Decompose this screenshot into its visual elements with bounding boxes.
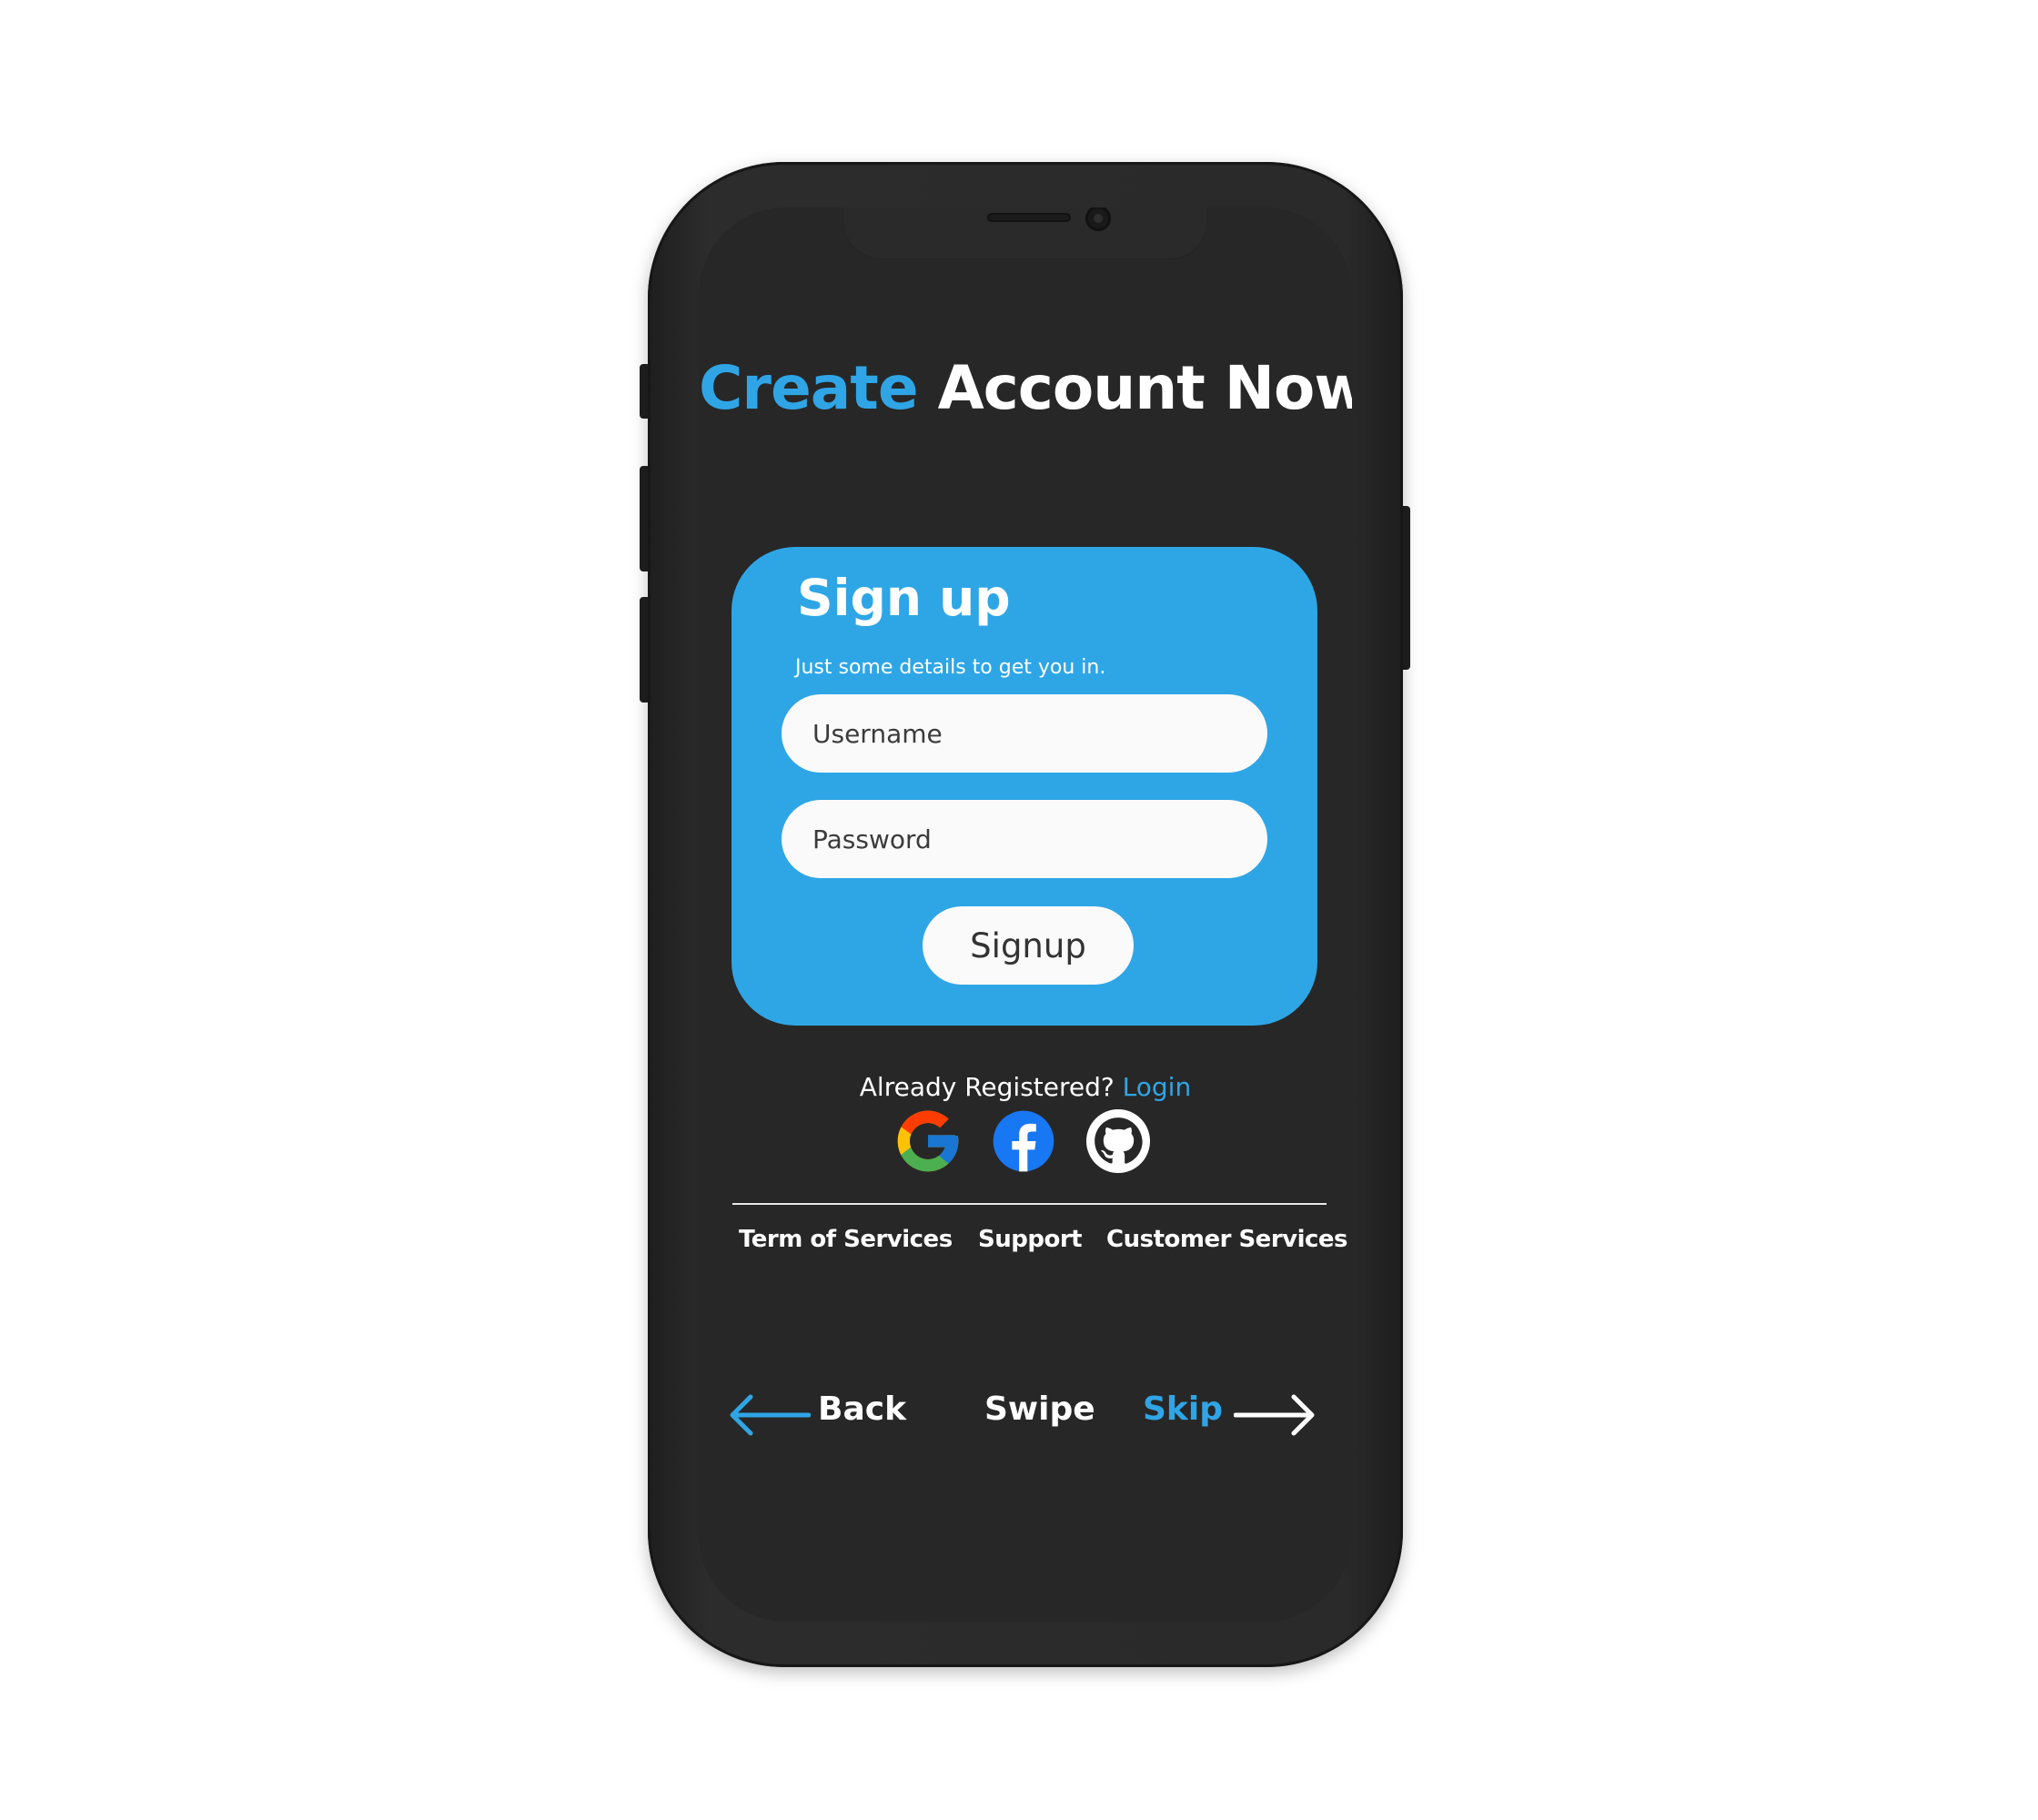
page-title-accent: Create <box>699 353 919 423</box>
page-title-rest: Account Now <box>937 353 1352 423</box>
signup-button[interactable]: Signup <box>923 906 1134 985</box>
phone-screen: Create Account Now Sign up Just some det… <box>699 207 1352 1622</box>
github-icon <box>1086 1109 1150 1173</box>
login-prompt: Already Registered? Login <box>699 1072 1352 1102</box>
speaker-grille <box>987 213 1071 222</box>
facebook-login-button[interactable] <box>987 1105 1060 1178</box>
skip-label: Skip <box>1143 1390 1223 1428</box>
login-link[interactable]: Login <box>1123 1072 1192 1102</box>
username-input[interactable] <box>782 694 1267 773</box>
page-title: Create Account Now <box>699 353 1352 423</box>
swipe-label: Swipe <box>984 1390 1095 1428</box>
signup-title: Sign up <box>797 569 1011 627</box>
arrow-right-icon[interactable] <box>1234 1394 1316 1436</box>
back-label: Back <box>818 1390 907 1428</box>
front-camera <box>1085 207 1111 231</box>
skip-button[interactable]: Skip <box>1143 1390 1223 1428</box>
support-link[interactable]: Support <box>978 1226 1083 1253</box>
arrow-left-icon[interactable] <box>729 1394 811 1436</box>
back-button[interactable]: Back <box>818 1390 906 1428</box>
footer-divider <box>732 1203 1327 1205</box>
signup-card: Sign up Just some details to get you in.… <box>731 547 1317 1026</box>
signup-subtitle: Just some details to get you in. <box>795 656 1106 679</box>
login-prompt-text: Already Registered? <box>859 1072 1115 1102</box>
google-login-button[interactable] <box>892 1105 964 1178</box>
password-input[interactable] <box>782 800 1267 878</box>
terms-of-service-link[interactable]: Term of Services <box>739 1226 953 1253</box>
google-icon <box>897 1110 959 1172</box>
github-login-button[interactable] <box>1082 1105 1155 1178</box>
customer-services-link[interactable]: Customer Services <box>1106 1226 1348 1253</box>
phone-frame: Create Account Now Sign up Just some det… <box>648 162 1403 1667</box>
facebook-icon <box>993 1110 1054 1172</box>
stage: Create Account Now Sign up Just some det… <box>0 0 2038 1820</box>
phone-notch <box>844 207 1206 258</box>
